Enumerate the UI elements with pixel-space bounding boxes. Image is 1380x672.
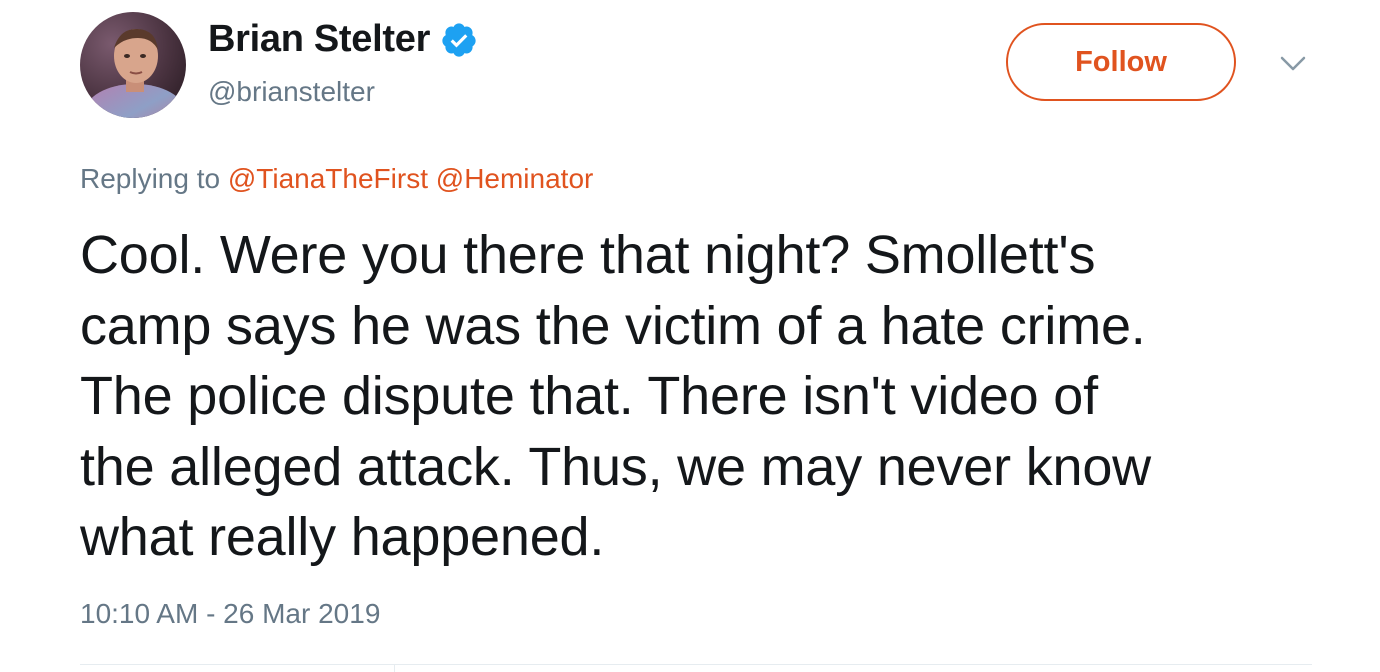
author-display-name[interactable]: Brian Stelter	[208, 18, 478, 61]
avatar-photo	[80, 12, 186, 118]
mention-link-tianathefirst[interactable]: @TianaTheFirst	[228, 163, 428, 194]
replying-to-label: Replying to	[80, 163, 221, 194]
verified-badge-icon	[440, 21, 478, 59]
author-handle[interactable]: @brianstelter	[208, 76, 375, 108]
author-name-text[interactable]: Brian Stelter	[208, 18, 430, 61]
chevron-down-icon[interactable]	[1278, 50, 1308, 76]
divider	[80, 664, 1312, 665]
mention-link-heminator[interactable]: @Heminator	[436, 163, 594, 194]
divider	[394, 664, 395, 672]
replying-to-line: Replying to @TianaTheFirst @Heminator	[80, 163, 593, 195]
follow-button[interactable]: Follow	[1006, 23, 1236, 101]
tweet-text: Cool. Were you there that night? Smollet…	[80, 220, 1340, 573]
tweet-text-line: the alleged attack. Thus, we may never k…	[80, 436, 1151, 497]
tweet-text-line: what really happened.	[80, 507, 605, 567]
tweet-text-line: Cool. Were you there that night? Smollet…	[80, 225, 1096, 285]
tweet-timestamp[interactable]: 10:10 AM - 26 Mar 2019	[80, 598, 380, 630]
tweet-text-line: The police dispute that. There isn't vid…	[80, 366, 1098, 426]
tweet-text-line: camp says he was the victim of a hate cr…	[80, 295, 1146, 356]
avatar[interactable]	[80, 12, 186, 118]
